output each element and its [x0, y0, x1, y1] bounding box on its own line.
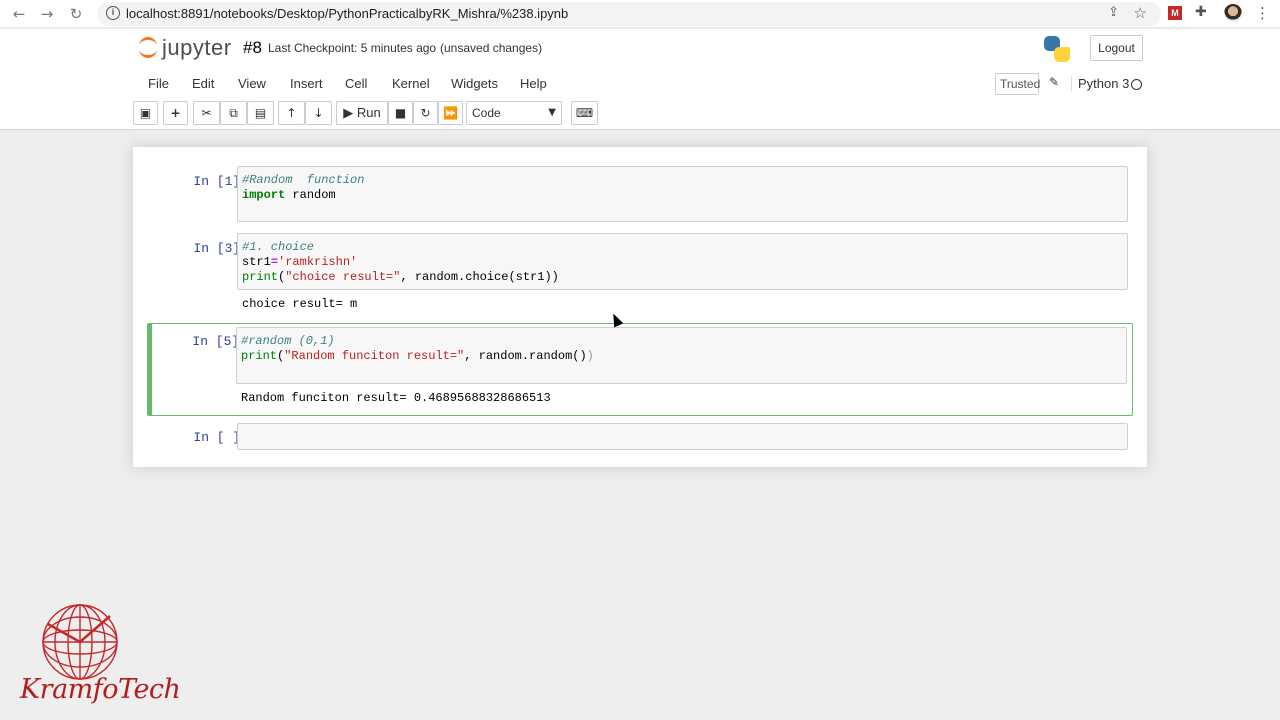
autosave-status: (unsaved changes) — [440, 41, 543, 55]
watermark-logo: KramfoTech — [18, 598, 181, 716]
forward-arrow-icon[interactable]: → — [37, 4, 57, 24]
extension-icon[interactable]: M — [1168, 6, 1182, 20]
python-logo-icon — [1044, 36, 1070, 62]
share-icon[interactable]: ⇪ — [1108, 5, 1119, 20]
input-prompt: In [ ]: — [193, 430, 248, 445]
run-label: Run — [356, 105, 381, 120]
menu-insert[interactable]: Insert — [290, 76, 323, 91]
code-line: str1='ramkrishn' — [242, 255, 358, 269]
browser-toolbar: ← → ↻ i localhost:8891/notebooks/Desktop… — [0, 0, 1280, 28]
menu-bar: File Edit View Insert Cell Kernel Widget… — [133, 70, 1147, 98]
trusted-badge[interactable]: Trusted — [995, 73, 1041, 95]
copy-icon[interactable]: ⧉ — [220, 101, 247, 125]
code-input[interactable]: #random (0,1) print("Random funciton res… — [236, 327, 1127, 384]
cell-output: Random funciton result= 0.46895688328686… — [241, 391, 551, 405]
move-down-icon[interactable]: ↓ — [305, 101, 332, 125]
notebook-name[interactable]: #8 — [243, 38, 262, 58]
cell-type-select[interactable]: Code ▼ — [466, 101, 562, 125]
restart-run-all-icon[interactable]: ⏩ — [438, 101, 463, 125]
code-cell[interactable]: In [3]: #1. choice str1='ramkrishn' prin… — [147, 231, 1133, 317]
trusted-label: Trusted — [1000, 77, 1041, 91]
restart-icon[interactable]: ↻ — [413, 101, 438, 125]
bookmark-star-icon[interactable]: ☆ — [1134, 4, 1147, 22]
input-prompt: In [5]: — [192, 334, 247, 349]
code-line: print("choice result=", random.choice(st… — [242, 270, 559, 284]
menu-widgets[interactable]: Widgets — [451, 76, 498, 91]
profile-avatar[interactable] — [1224, 4, 1242, 22]
jupyter-wordmark[interactable]: jupyter — [162, 35, 232, 61]
code-input[interactable]: #Random function import random — [237, 166, 1128, 222]
input-prompt: In [1]: — [193, 174, 248, 189]
kernel-name[interactable]: Python 3 — [1071, 76, 1129, 91]
menu-edit[interactable]: Edit — [192, 76, 214, 91]
code-input[interactable]: #1. choice str1='ramkrishn' print("choic… — [237, 233, 1128, 290]
menu-cell[interactable]: Cell — [345, 76, 367, 91]
extensions-puzzle-icon[interactable]: ✚ — [1195, 4, 1207, 20]
code-cell-selected[interactable]: In [5]: #random (0,1) print("Random func… — [147, 323, 1133, 416]
globe-icon — [42, 604, 118, 680]
insert-cell-icon[interactable]: + — [163, 101, 188, 125]
jupyter-logo-icon[interactable] — [137, 35, 161, 61]
code-line: import random — [242, 188, 336, 202]
menu-view[interactable]: View — [238, 76, 266, 91]
notebook-toolbar: ▣ + ✂ ⧉ ▤ ↑ ↓ ▶ Run ■ ↻ ⏩ Code ▼ ⌨ — [133, 101, 1147, 127]
jupyter-header: jupyter #8 Last Checkpoint: 5 minutes ag… — [0, 29, 1280, 130]
cell-output: choice result= m — [242, 297, 358, 311]
run-button[interactable]: ▶ Run — [336, 101, 388, 125]
kernel-idle-indicator-icon — [1131, 79, 1142, 90]
menu-help[interactable]: Help — [520, 76, 547, 91]
move-up-icon[interactable]: ↑ — [278, 101, 305, 125]
paste-icon[interactable]: ▤ — [247, 101, 274, 125]
browser-menu-icon[interactable]: ⋮ — [1255, 4, 1270, 22]
chevron-down-icon: ▼ — [548, 107, 556, 118]
code-line: #random (0,1) — [241, 334, 335, 348]
notebook-container: In [1]: #Random function import random I… — [133, 147, 1147, 467]
code-line: #Random function — [242, 173, 365, 187]
keyboard-icon[interactable]: ⌨ — [571, 101, 598, 125]
cut-icon[interactable]: ✂ — [193, 101, 220, 125]
edit-pencil-icon[interactable]: ✎ — [1049, 75, 1059, 89]
stop-icon[interactable]: ■ — [388, 101, 413, 125]
save-icon[interactable]: ▣ — [133, 101, 158, 125]
url-text[interactable]: localhost:8891/notebooks/Desktop/PythonP… — [126, 6, 568, 21]
menu-kernel[interactable]: Kernel — [392, 76, 430, 91]
back-arrow-icon[interactable]: ← — [9, 4, 29, 24]
input-prompt: In [3]: — [193, 241, 248, 256]
code-cell[interactable]: In [1]: #Random function import random — [147, 163, 1133, 223]
checkpoint-status: Last Checkpoint: 5 minutes ago — [268, 41, 437, 55]
watermark-text: KramfoTech — [20, 674, 181, 705]
logout-button[interactable]: Logout — [1090, 35, 1143, 61]
reload-icon[interactable]: ↻ — [66, 4, 86, 24]
address-bar[interactable]: i localhost:8891/notebooks/Desktop/Pytho… — [97, 2, 1161, 26]
menu-file[interactable]: File — [148, 76, 169, 91]
code-line: print("Random funciton result=", random.… — [241, 349, 594, 363]
cell-type-value: Code — [472, 106, 501, 120]
code-input[interactable] — [237, 423, 1128, 450]
code-line: #1. choice — [242, 240, 315, 254]
site-info-icon[interactable]: i — [106, 6, 120, 20]
code-cell[interactable]: In [ ]: — [147, 421, 1133, 451]
